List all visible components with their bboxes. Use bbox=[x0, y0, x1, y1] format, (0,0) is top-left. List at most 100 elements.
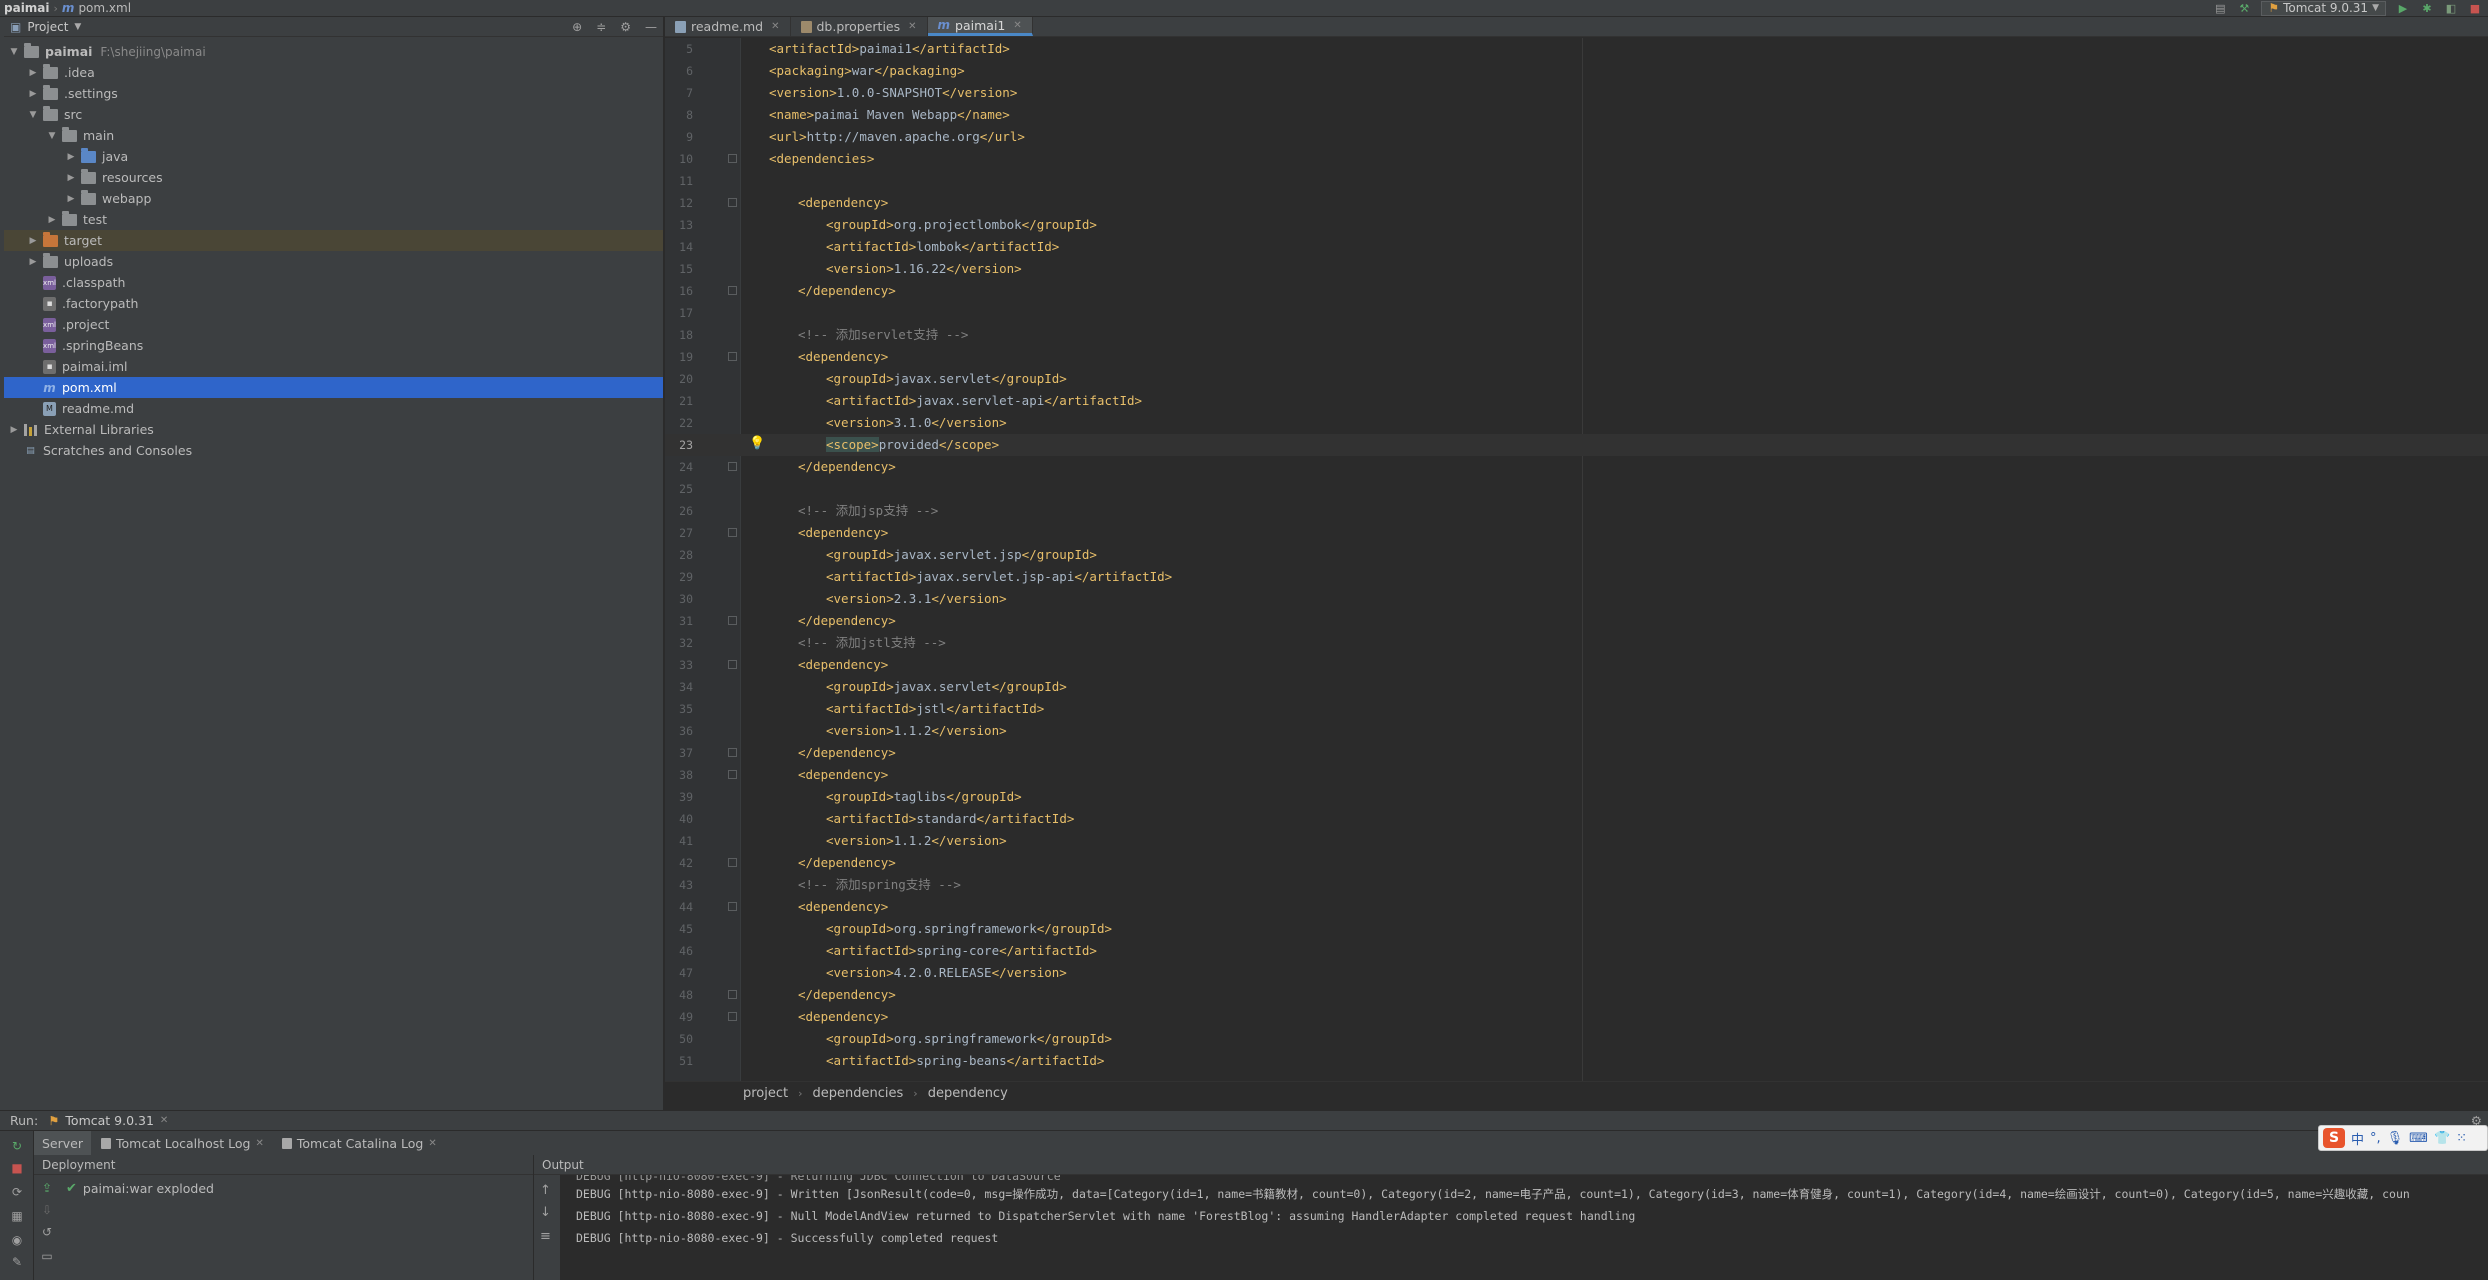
undeploy-icon[interactable]: ⇩ bbox=[40, 1203, 54, 1217]
fold-marker-icon[interactable] bbox=[728, 198, 737, 207]
expand-arrow-right-icon[interactable]: ▶ bbox=[65, 194, 77, 204]
microphone-icon[interactable]: 🎙 bbox=[2387, 1131, 2404, 1146]
close-icon[interactable]: ✕ bbox=[160, 1115, 168, 1126]
nav-crumb-file[interactable]: m pom.xml bbox=[58, 1, 135, 15]
run-subtab[interactable]: Server bbox=[34, 1131, 91, 1155]
expand-arrow-right-icon[interactable]: ▶ bbox=[27, 68, 39, 78]
update-icon[interactable]: ⟳ bbox=[10, 1185, 24, 1199]
debug-icon[interactable]: ✱ bbox=[2420, 1, 2434, 15]
collapse-all-icon[interactable]: ≑ bbox=[596, 20, 606, 34]
run-icon[interactable]: ▶ bbox=[2396, 1, 2410, 15]
deployment-item[interactable]: ✔ paimai:war exploded bbox=[66, 1181, 214, 1196]
close-icon[interactable]: ✕ bbox=[428, 1138, 436, 1149]
close-icon[interactable]: ✕ bbox=[255, 1138, 263, 1149]
breadcrumb-item[interactable]: project bbox=[743, 1086, 788, 1101]
expand-arrow-down-icon[interactable]: ▼ bbox=[46, 131, 58, 141]
tree-item[interactable]: ▶ java bbox=[4, 146, 663, 167]
hide-panel-icon[interactable]: — bbox=[645, 20, 657, 34]
tree-item[interactable]: ▶▪paimai.iml bbox=[4, 356, 663, 377]
editor-tab[interactable]: db.properties ✕ bbox=[791, 17, 928, 36]
pin-icon[interactable]: ✎ bbox=[10, 1255, 24, 1269]
fold-marker-icon[interactable] bbox=[728, 748, 737, 757]
tree-item[interactable]: ▶▪.factorypath bbox=[4, 293, 663, 314]
tree-item[interactable]: ▶ target bbox=[4, 230, 663, 251]
intention-bulb-icon[interactable]: 💡 bbox=[749, 436, 765, 451]
refresh-icon[interactable]: ↺ bbox=[40, 1225, 54, 1239]
fold-marker-icon[interactable] bbox=[728, 352, 737, 361]
run-config-tab[interactable]: ⚑ Tomcat 9.0.31 ✕ bbox=[48, 1113, 168, 1128]
fold-marker-icon[interactable] bbox=[728, 616, 737, 625]
run-subtab[interactable]: Tomcat Catalina Log ✕ bbox=[274, 1131, 445, 1155]
stop-icon[interactable]: ■ bbox=[2468, 1, 2482, 15]
tree-item[interactable]: ▶ uploads bbox=[4, 251, 663, 272]
ime-punctuation-toggle[interactable]: °, bbox=[2370, 1131, 2381, 1146]
fold-marker-icon[interactable] bbox=[728, 770, 737, 779]
fold-marker-icon[interactable] bbox=[728, 154, 737, 163]
ime-mode-toggle[interactable]: 中 bbox=[2351, 1129, 2364, 1148]
tree-item[interactable]: ▼ main bbox=[4, 125, 663, 146]
tree-item[interactable]: ▶ External Libraries bbox=[4, 419, 663, 440]
sogou-logo-icon[interactable]: S bbox=[2323, 1128, 2345, 1148]
shirt-skin-icon[interactable]: 👕 bbox=[2434, 1131, 2450, 1146]
scroll-down-icon[interactable]: ↓ bbox=[540, 1205, 551, 1220]
camera-icon[interactable]: ◉ bbox=[10, 1233, 24, 1247]
code-editor[interactable]: 5 <artifactId>paimai1</artifactId> 6 <packa… bbox=[665, 38, 2488, 1081]
nav-crumb-project[interactable]: paimai bbox=[0, 1, 54, 15]
tree-item[interactable]: ▶xml.project bbox=[4, 314, 663, 335]
editor-tab[interactable]: m paimai1 ✕ bbox=[927, 17, 1033, 36]
expand-arrow-down-icon[interactable]: ▼ bbox=[27, 110, 39, 120]
expand-arrow-down-icon[interactable]: ▼ bbox=[8, 47, 20, 57]
breadcrumb-item[interactable]: dependency bbox=[928, 1086, 1008, 1101]
fold-marker-icon[interactable] bbox=[728, 286, 737, 295]
expand-arrow-right-icon[interactable]: ▶ bbox=[65, 173, 77, 183]
project-structure-icon[interactable]: ▤ bbox=[2213, 1, 2227, 15]
fold-marker-icon[interactable] bbox=[728, 990, 737, 999]
rerun-icon[interactable]: ↻ bbox=[10, 1139, 24, 1153]
locate-target-icon[interactable]: ⊕ bbox=[572, 20, 582, 34]
tree-item[interactable]: ▶mpom.xml bbox=[4, 377, 663, 398]
tree-item[interactable]: ▼ src bbox=[4, 104, 663, 125]
expand-arrow-right-icon[interactable]: ▶ bbox=[65, 152, 77, 162]
breadcrumb-item[interactable]: dependencies bbox=[813, 1086, 904, 1101]
expand-arrow-right-icon[interactable]: ▶ bbox=[46, 215, 58, 225]
run-configuration-selector[interactable]: ⚑ Tomcat 9.0.31 ▼ bbox=[2261, 0, 2386, 16]
settings-gear-icon[interactable]: ⚙ bbox=[620, 20, 631, 34]
tree-item[interactable]: ▶ webapp bbox=[4, 188, 663, 209]
artifact-icon[interactable]: ▭ bbox=[40, 1249, 54, 1263]
more-grid-icon[interactable]: ⁙ bbox=[2456, 1131, 2467, 1146]
tree-item[interactable]: ▼ paimai F:\shejiing\paimai bbox=[4, 41, 663, 62]
fold-marker-icon[interactable] bbox=[728, 902, 737, 911]
close-icon[interactable]: ✕ bbox=[908, 21, 916, 32]
tree-item[interactable]: ▶▤Scratches and Consoles bbox=[4, 440, 663, 461]
fold-marker-icon[interactable] bbox=[728, 660, 737, 669]
tree-item[interactable]: ▶xml.springBeans bbox=[4, 335, 663, 356]
project-view-selector[interactable]: ▣ Project ▼ bbox=[10, 20, 81, 34]
layout-icon[interactable]: ▦ bbox=[10, 1209, 24, 1223]
tree-item[interactable]: ▶ test bbox=[4, 209, 663, 230]
tree-item[interactable]: ▶ resources bbox=[4, 167, 663, 188]
build-hammer-icon[interactable]: ⚒ bbox=[2237, 1, 2251, 15]
scroll-up-icon[interactable]: ↑ bbox=[540, 1183, 551, 1198]
soft-wrap-icon[interactable]: ≡ bbox=[540, 1229, 551, 1244]
tree-item[interactable]: ▶Mreadme.md bbox=[4, 398, 663, 419]
tree-item[interactable]: ▶xml.classpath bbox=[4, 272, 663, 293]
tree-item[interactable]: ▶ .settings bbox=[4, 83, 663, 104]
fold-marker-icon[interactable] bbox=[728, 858, 737, 867]
editor-tab[interactable]: readme.md ✕ bbox=[665, 17, 791, 36]
tree-item[interactable]: ▶ .idea bbox=[4, 62, 663, 83]
log-output[interactable]: DEBUG [http-nio-8080-exec-9] - Returning… bbox=[576, 1175, 2488, 1249]
fold-marker-icon[interactable] bbox=[728, 528, 737, 537]
coverage-icon[interactable]: ◧ bbox=[2444, 1, 2458, 15]
close-icon[interactable]: ✕ bbox=[1013, 20, 1021, 31]
stop-server-icon[interactable]: ■ bbox=[10, 1161, 24, 1175]
run-subtab[interactable]: Tomcat Localhost Log ✕ bbox=[93, 1131, 272, 1155]
fold-marker-icon[interactable] bbox=[728, 462, 737, 471]
expand-arrow-right-icon[interactable]: ▶ bbox=[8, 425, 20, 435]
close-icon[interactable]: ✕ bbox=[771, 21, 779, 32]
fold-marker-icon[interactable] bbox=[728, 1012, 737, 1021]
deploy-icon[interactable]: ⇪ bbox=[40, 1181, 54, 1195]
expand-arrow-right-icon[interactable]: ▶ bbox=[27, 89, 39, 99]
keyboard-icon[interactable]: ⌨ bbox=[2409, 1131, 2428, 1146]
expand-arrow-right-icon[interactable]: ▶ bbox=[27, 257, 39, 267]
expand-arrow-right-icon[interactable]: ▶ bbox=[27, 236, 39, 246]
